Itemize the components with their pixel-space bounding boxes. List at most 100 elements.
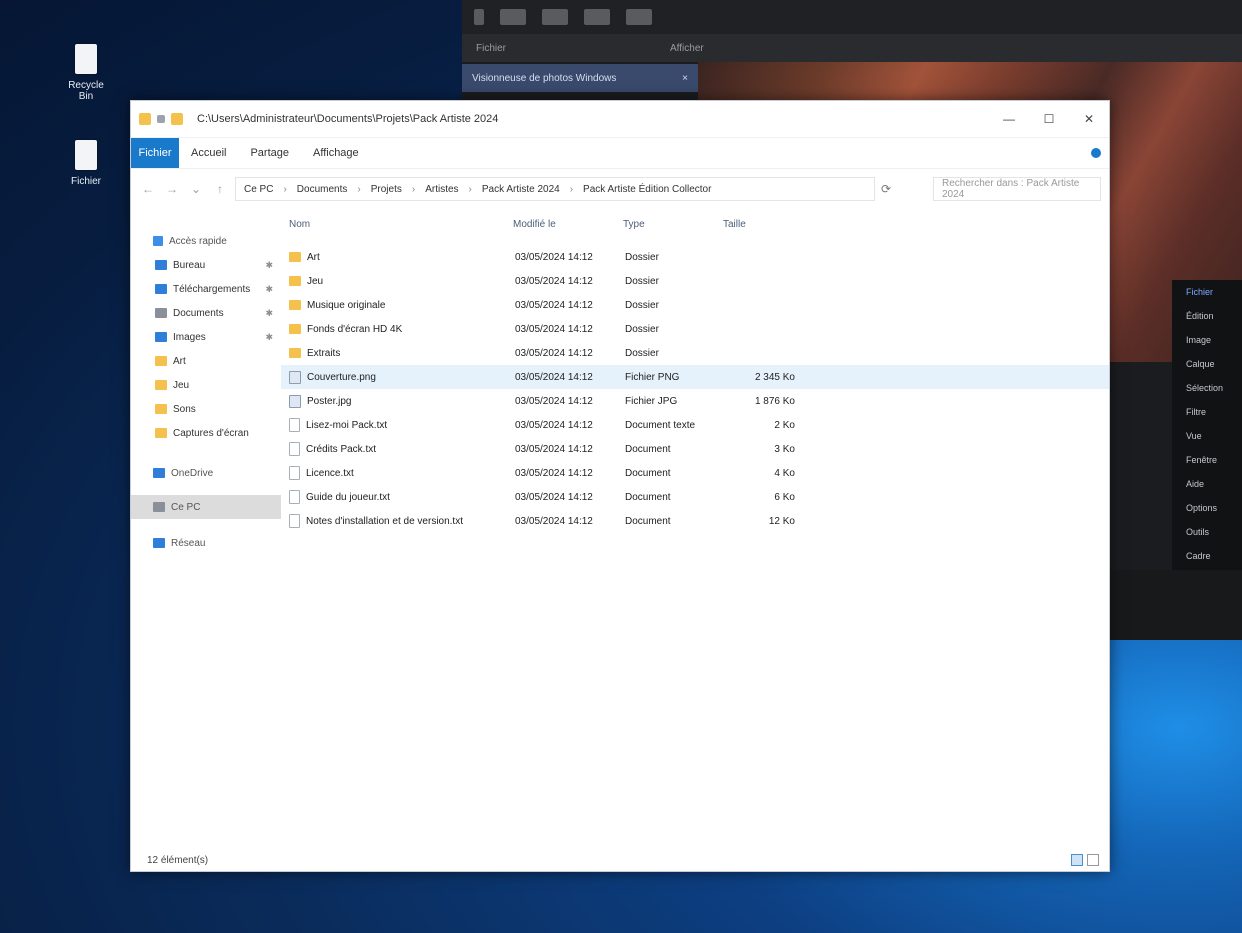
minimize-button[interactable]: — [989, 112, 1029, 126]
maximize-button[interactable]: ☐ [1029, 112, 1069, 126]
media-side-item[interactable]: Calque [1172, 352, 1242, 376]
folder-icon [289, 324, 301, 334]
file-type: Dossier [625, 251, 659, 263]
media-toolbar-button[interactable] [500, 9, 526, 25]
file-date: 03/05/2024 14:12 [515, 275, 593, 287]
desktop-icon-file[interactable]: Fichier [60, 140, 112, 187]
nav-item-game[interactable]: Jeu [131, 373, 281, 397]
media-side-item[interactable]: Vue [1172, 424, 1242, 448]
media-side-item[interactable]: Sélection [1172, 376, 1242, 400]
breadcrumb-item[interactable]: Pack Artiste 2024 [482, 184, 560, 195]
tab-share[interactable]: Partage [238, 138, 301, 168]
media-side-item[interactable]: Aide [1172, 472, 1242, 496]
folder-icon [289, 252, 301, 262]
forward-button[interactable]: → [163, 182, 181, 196]
chevron-right-icon[interactable]: › [570, 184, 573, 195]
tab-view[interactable]: Affichage [301, 138, 371, 168]
file-type: Document [625, 443, 671, 455]
media-side-item[interactable]: Outils [1172, 520, 1242, 544]
media-menu-item[interactable]: Afficher [656, 43, 704, 54]
breadcrumb-item[interactable]: Pack Artiste Édition Collector [583, 184, 711, 195]
file-name: Lisez-moi Pack.txt [306, 419, 388, 431]
column-header-date[interactable]: Modifié le [507, 219, 617, 230]
cloud-icon [153, 468, 165, 478]
nav-item-onedrive[interactable]: OneDrive [131, 461, 281, 485]
column-header-size[interactable]: Taille [717, 219, 787, 230]
up-button[interactable]: ↑ [211, 182, 229, 196]
media-side-item[interactable]: Options [1172, 496, 1242, 520]
search-input[interactable]: Rechercher dans : Pack Artiste 2024 [933, 177, 1101, 201]
chevron-right-icon[interactable]: › [469, 184, 472, 195]
nav-item-network[interactable]: Réseau [131, 531, 281, 555]
nav-item-quick-access[interactable]: Accès rapide [131, 229, 281, 253]
file-row[interactable]: Notes d'installation et de version.txt 03… [281, 509, 1109, 533]
nav-item-label: Sons [173, 403, 196, 415]
desktop-icon-recycle-bin[interactable]: Recycle Bin [60, 44, 112, 102]
nav-item-screenshots[interactable]: Captures d'écran [131, 421, 281, 445]
media-side-item[interactable]: Fichier [1172, 280, 1242, 304]
file-row[interactable]: Licence.txt 03/05/2024 14:12 Document 4 Ko [281, 461, 1109, 485]
file-row[interactable]: Musique originale 03/05/2024 14:12 Dossier [281, 293, 1109, 317]
file-row[interactable]: Couverture.png 03/05/2024 14:12 Fichier PN… [281, 365, 1109, 389]
file-row[interactable]: Fonds d'écran HD 4K 03/05/2024 14:12 Dossi… [281, 317, 1109, 341]
large-icons-view-icon[interactable] [1087, 854, 1099, 866]
media-tab[interactable]: Visionneuse de photos Windows × [462, 64, 698, 92]
media-side-item[interactable]: Fenêtre [1172, 448, 1242, 472]
nav-item-desktop[interactable]: Bureau ✱ [131, 253, 281, 277]
download-icon [155, 284, 167, 294]
file-name: Fonds d'écran HD 4K [307, 323, 403, 335]
media-side-item[interactable]: Filtre [1172, 400, 1242, 424]
nav-item-downloads[interactable]: Téléchargements ✱ [131, 277, 281, 301]
folder-icon [155, 356, 167, 366]
breadcrumb-item[interactable]: Ce PC [244, 184, 273, 195]
close-icon[interactable]: × [682, 73, 688, 84]
back-button[interactable]: ← [139, 182, 157, 196]
file-row[interactable]: Guide du joueur.txt 03/05/2024 14:12 Docum… [281, 485, 1109, 509]
nav-item-art[interactable]: Art [131, 349, 281, 373]
media-toolbar-button[interactable] [474, 9, 484, 25]
file-row[interactable]: Crédits Pack.txt 03/05/2024 14:12 Document… [281, 437, 1109, 461]
file-row[interactable]: Art 03/05/2024 14:12 Dossier [281, 245, 1109, 269]
media-toolbar-button[interactable] [542, 9, 568, 25]
nav-item-pictures[interactable]: Images ✱ [131, 325, 281, 349]
address-bar[interactable]: Ce PC › Documents › Projets › Artistes ›… [235, 177, 875, 201]
help-icon[interactable] [1091, 148, 1101, 158]
breadcrumb-item[interactable]: Artistes [425, 184, 458, 195]
file-name-cell: Jeu [281, 276, 515, 287]
media-side-item[interactable]: Cadre [1172, 544, 1242, 568]
text-file-icon [289, 442, 300, 456]
chevron-right-icon[interactable]: › [357, 184, 360, 195]
column-header-name[interactable]: Nom [281, 219, 507, 230]
column-header-type[interactable]: Type [617, 219, 717, 230]
file-row[interactable]: Extraits 03/05/2024 14:12 Dossier [281, 341, 1109, 365]
file-row[interactable]: Poster.jpg 03/05/2024 14:12 Fichier JPG 1 8… [281, 389, 1109, 413]
file-type: Fichier JPG [625, 395, 678, 407]
file-size: 4 Ko [774, 467, 795, 479]
media-side-item[interactable]: Image [1172, 328, 1242, 352]
media-toolbar-button[interactable] [626, 9, 652, 25]
file-row[interactable]: Jeu 03/05/2024 14:12 Dossier [281, 269, 1109, 293]
chevron-right-icon[interactable]: › [412, 184, 415, 195]
file-name-cell: Crédits Pack.txt [281, 442, 515, 456]
tab-home[interactable]: Accueil [179, 138, 238, 168]
media-menu-item[interactable]: Fichier [462, 43, 506, 54]
nav-item-this-pc[interactable]: Ce PC [131, 495, 281, 519]
quick-access-properties-icon[interactable] [157, 115, 165, 123]
pin-icon: ✱ [265, 283, 273, 294]
file-row[interactable]: Lisez-moi Pack.txt 03/05/2024 14:12 Docume… [281, 413, 1109, 437]
text-file-icon [289, 490, 300, 504]
nav-item-label: Art [173, 355, 186, 367]
breadcrumb-item[interactable]: Documents [297, 184, 348, 195]
close-button[interactable]: ✕ [1069, 112, 1109, 126]
media-side-item[interactable]: Édition [1172, 304, 1242, 328]
breadcrumb-item[interactable]: Projets [371, 184, 402, 195]
media-toolbar-button[interactable] [584, 9, 610, 25]
details-view-icon[interactable] [1071, 854, 1083, 866]
chevron-right-icon[interactable]: › [283, 184, 286, 195]
recent-locations-button[interactable]: ⌄ [187, 182, 205, 196]
new-folder-icon[interactable] [171, 113, 183, 125]
nav-item-documents[interactable]: Documents ✱ [131, 301, 281, 325]
nav-item-sounds[interactable]: Sons [131, 397, 281, 421]
tab-file[interactable]: Fichier [131, 138, 179, 168]
refresh-icon[interactable]: ⟳ [881, 182, 891, 196]
